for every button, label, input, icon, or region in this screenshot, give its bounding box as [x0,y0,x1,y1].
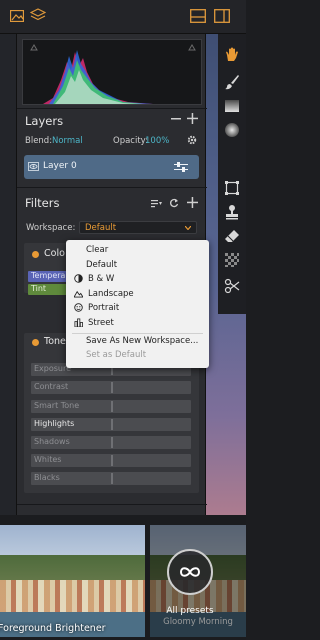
divider [17,504,207,505]
refresh-icon[interactable] [169,198,179,208]
highlights-slider[interactable]: Highlights [31,418,191,431]
filters-title: Filters [25,196,60,210]
gradient-tool-icon[interactable] [224,98,240,114]
visibility-eye-icon[interactable] [28,162,39,171]
portrait-icon [74,303,83,312]
image-icon[interactable] [10,10,24,22]
layer-name: Layer 0 [43,161,77,171]
add-filter-icon[interactable] [187,197,198,208]
blend-mode-select[interactable]: Normal [52,136,83,146]
menu-item-default[interactable]: Default [86,260,117,270]
top-bar [0,0,246,34]
slider-center-mark [111,401,113,412]
layers-stack-icon[interactable] [30,8,46,23]
all-presets-button[interactable] [167,549,213,595]
save-workspace-item[interactable]: Save As New Workspace... [86,336,198,346]
slider-center-mark [111,455,113,466]
slider-center-mark [111,437,113,448]
divider [17,108,207,109]
slider-center-mark [111,382,113,393]
tint-label: Tint [31,284,47,293]
scissors-tool-icon[interactable] [224,278,240,294]
infinity-icon [179,567,201,577]
menu-item-clear[interactable]: Clear [86,245,108,255]
bw-icon [74,274,83,283]
menu-item-landscape[interactable]: Landscape [88,289,134,299]
tone-filter-title: Tone [44,336,66,347]
color-filter-title: Colo [44,248,65,259]
set-default-item: Set as Default [86,350,147,360]
layers-title: Layers [25,114,64,128]
panel-layout-icon[interactable] [190,9,206,23]
minus-icon[interactable] [171,118,181,120]
slider-label: Shadows [34,437,70,446]
gear-icon[interactable] [187,135,197,145]
menu-item-bw[interactable]: B & W [88,274,114,284]
filter-enabled-dot[interactable] [32,339,39,346]
plus-icon[interactable] [187,113,198,124]
landscape-icon [74,290,83,298]
sidebar-toggle-icon[interactable] [214,9,230,23]
slider-label: Smart Tone [34,401,80,410]
shadows-slider[interactable]: Shadows [31,436,191,449]
workspace-menu: Clear Default B & W Landscape Portrait S… [66,240,209,368]
slider-center-mark [111,419,113,430]
workspace-label: Workspace: [26,223,76,233]
eraser-tool-icon[interactable] [224,228,240,244]
histogram [22,39,202,105]
slider-label: Highlights [34,419,75,428]
chevron-down-icon [185,226,191,230]
layer-adjust-icon[interactable] [174,162,188,172]
blend-label: Blend: [25,136,53,146]
divider [17,187,207,188]
menu-item-street[interactable]: Street [88,318,114,328]
preset-caption: Gloomy Morning [163,617,233,627]
workspace-select[interactable]: Default [79,221,197,234]
slider-label: Blacks [34,473,60,482]
preset-caption: Foreground Brightener [0,623,106,634]
transform-tool-icon[interactable] [224,180,240,196]
mask-pattern-icon[interactable] [224,252,240,268]
stamp-tool-icon[interactable] [224,204,240,220]
filter-list-icon[interactable] [151,199,162,208]
smart-tone-slider[interactable]: Smart Tone [31,400,191,413]
menu-separator [72,333,203,334]
slider-center-mark [111,473,113,484]
filter-enabled-dot[interactable] [32,251,39,258]
opacity-label: Opacity: [113,136,148,146]
slider-label: Whites [34,455,62,464]
opacity-value[interactable]: 100% [145,136,169,146]
temperature-label: Tempera [31,271,66,280]
brush-tool-icon[interactable] [224,74,240,90]
preset-thumb[interactable]: Foreground Brightener [0,525,145,637]
radial-tool-icon[interactable] [224,122,240,138]
all-presets-label[interactable]: All presets [150,606,230,616]
workspace-value: Default [85,223,117,233]
hand-tool-icon[interactable] [224,46,240,62]
menu-item-portrait[interactable]: Portrait [88,303,119,313]
tool-bar [218,34,246,314]
contrast-slider[interactable]: Contrast [31,381,191,394]
left-edge [0,0,16,515]
whites-slider[interactable]: Whites [31,454,191,467]
thumb-houses [0,580,145,612]
layer-row[interactable]: Layer 0 [24,155,199,179]
street-icon [74,318,83,327]
blacks-slider[interactable]: Blacks [31,472,191,485]
slider-label: Contrast [34,382,69,391]
